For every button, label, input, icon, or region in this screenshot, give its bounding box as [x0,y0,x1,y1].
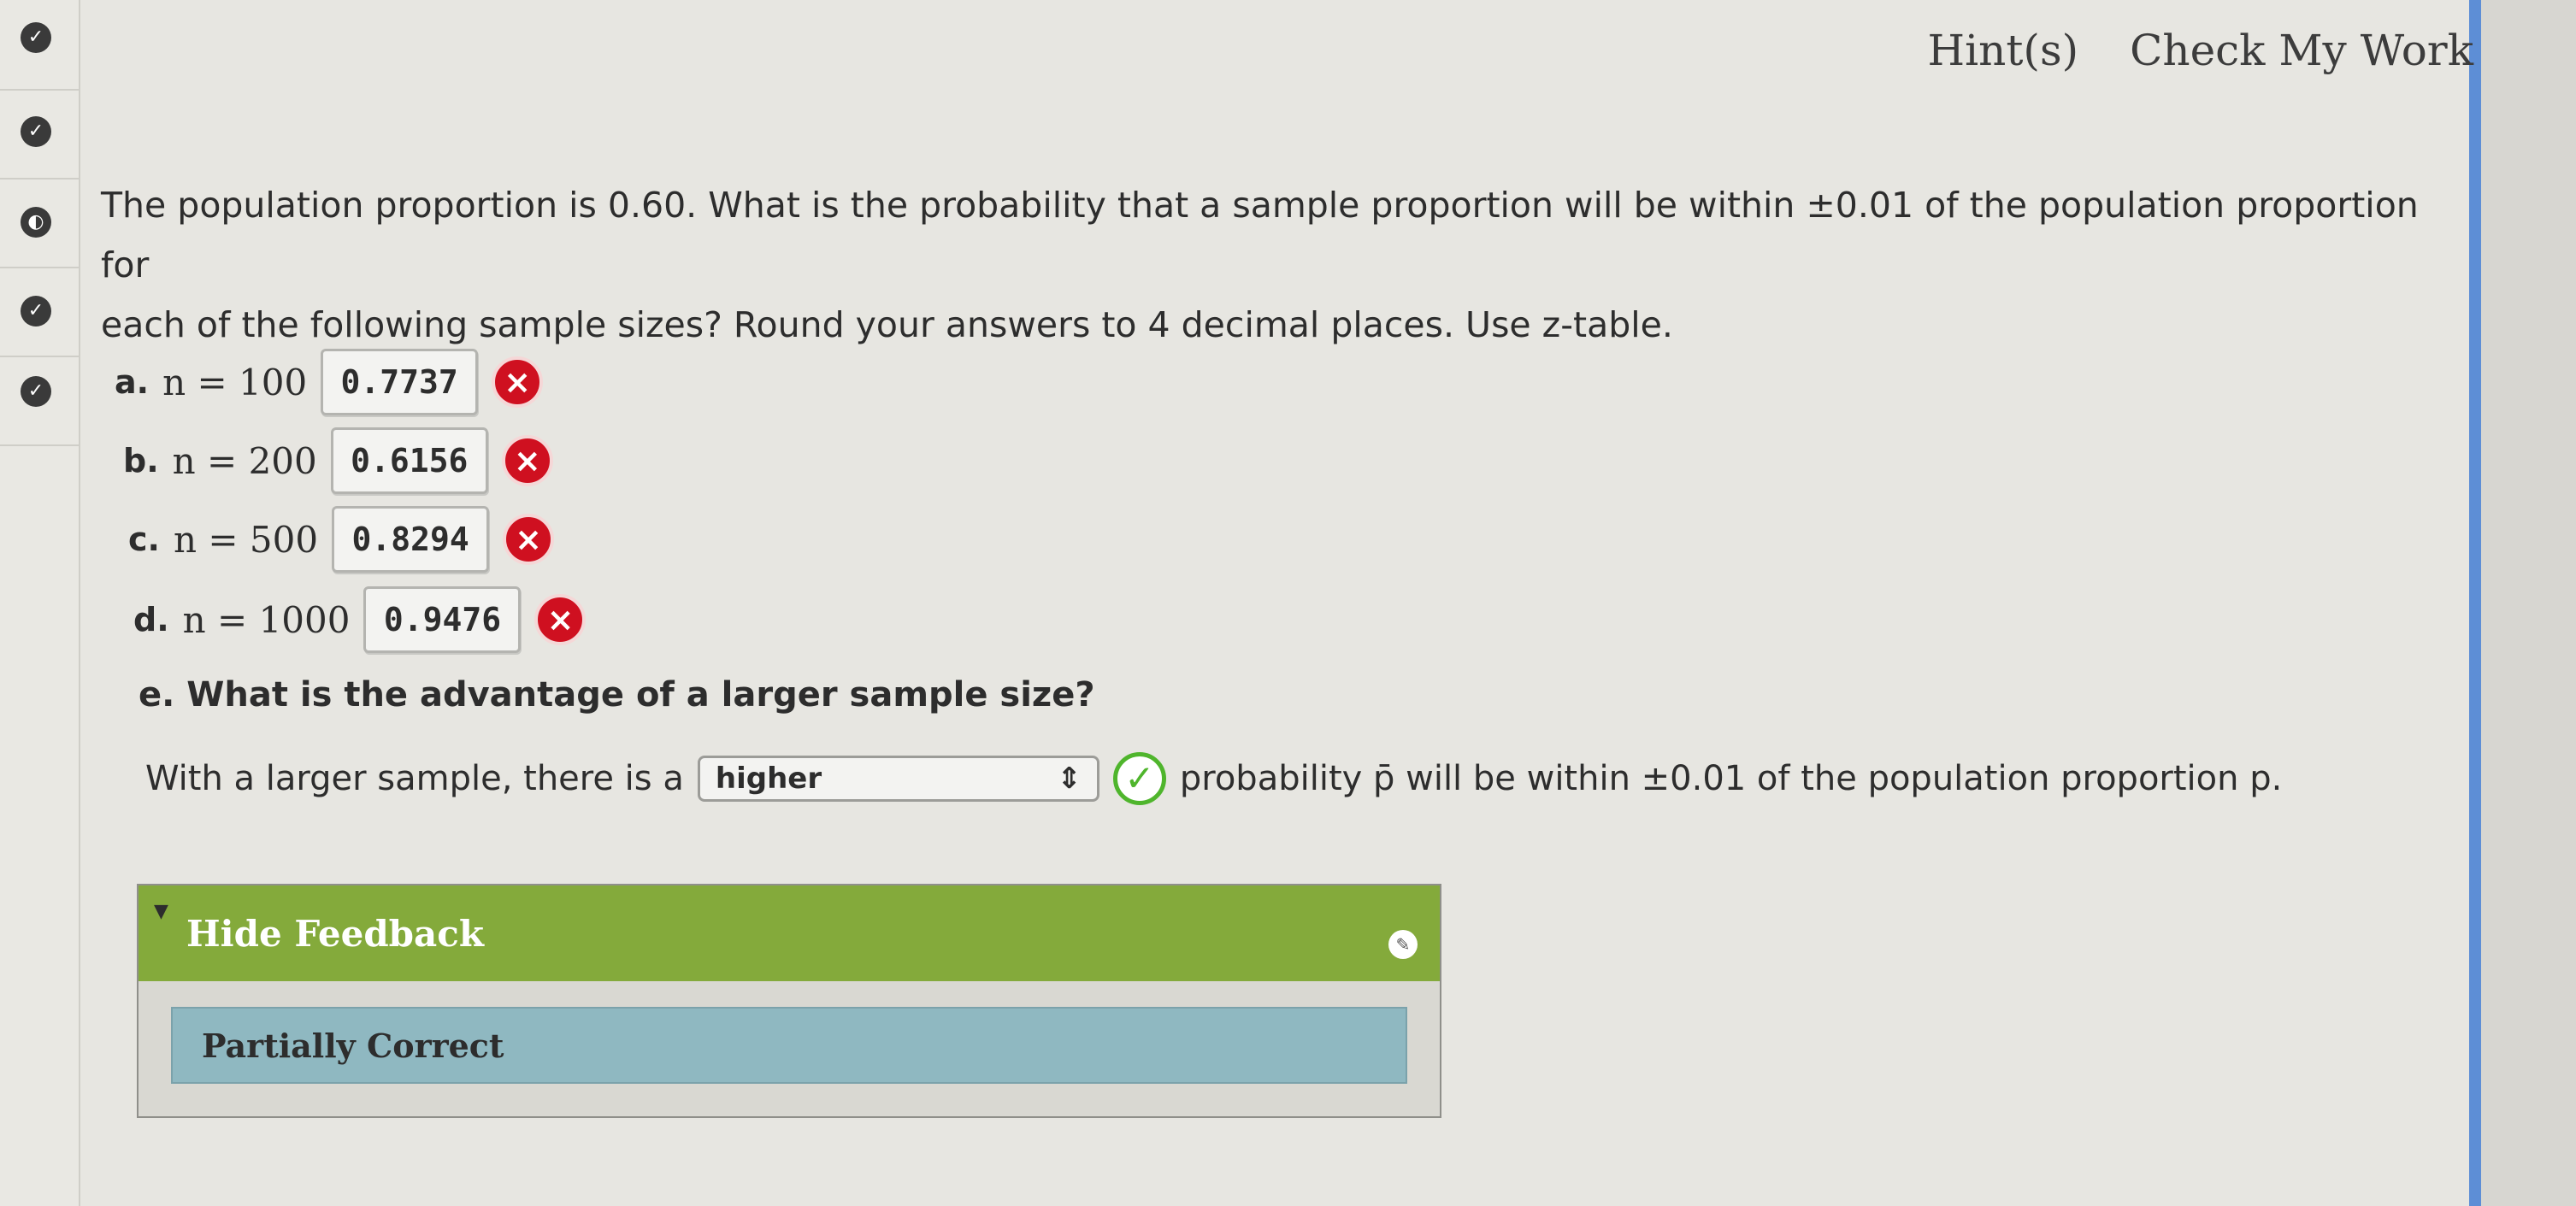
right-margin [2481,0,2576,1206]
hide-feedback-link[interactable]: Hide Feedback [186,913,484,955]
sample-size: n = 1000 [182,598,351,641]
question-line-1: The population proportion is 0.60. What … [101,185,2419,285]
sidebar-item-1[interactable]: ✓ [0,0,79,91]
row-a: a. n = 100 0.7737 × [115,349,544,415]
row-b: b. n = 200 0.6156 × [123,427,553,494]
check-icon: ✓ [21,22,51,53]
sidebar-item-4[interactable]: ✓ [0,267,79,357]
part-e-suffix: probability p̄ will be within ±0.01 of t… [1179,759,2283,798]
left-sidebar: ✓ ✓ ◐ ✓ ✓ [0,0,80,1206]
sample-size: n = 100 [162,361,308,403]
right-scroll-rail [2469,0,2481,1206]
part-e-question: e. What is the advantage of a larger sam… [139,675,1095,715]
feedback-panel: ▼ Hide Feedback ✎ Partially Correct [137,884,1441,1118]
x-icon: × [534,594,587,645]
advantage-select[interactable]: higher ⇕ [697,756,1099,802]
sidebar-item-5[interactable]: ✓ [0,356,79,446]
x-icon: × [492,356,544,408]
sidebar-item-3[interactable]: ◐ [0,178,79,268]
select-value: higher [715,762,822,796]
part-e-prefix: With a larger sample, there is a [145,759,684,798]
partial-icon: ◐ [21,207,51,238]
x-icon: × [503,514,555,565]
edit-icon[interactable]: ✎ [1388,930,1418,959]
question-line-2: each of the following sample sizes? Roun… [101,304,1673,345]
check-icon: ✓ [21,116,51,147]
sidebar-item-2[interactable]: ✓ [0,89,79,179]
feedback-header[interactable]: ▼ Hide Feedback ✎ [139,885,1440,981]
answer-field-d[interactable]: 0.9476 [363,586,522,653]
row-d: d. n = 1000 0.9476 × [133,586,587,653]
hints-link[interactable]: Hint(s) [1928,26,2079,75]
answer-field-b[interactable]: 0.6156 [330,427,488,494]
row-label: b. [123,442,159,479]
row-label: a. [115,363,150,401]
answer-field-c[interactable]: 0.8294 [332,506,490,573]
check-icon: ✓ [1112,752,1166,805]
feedback-status: Partially Correct [202,1026,504,1065]
header-links: Hint(s) Check My Work [1928,26,2473,75]
feedback-status-box: Partially Correct [171,1007,1407,1084]
sample-size: n = 200 [172,439,317,482]
chevron-updown-icon: ⇕ [1057,762,1082,796]
check-icon: ✓ [21,376,51,407]
check-icon: ✓ [21,296,51,327]
row-label: d. [133,601,169,638]
sample-size: n = 500 [173,518,319,561]
question-text: The population proportion is 0.60. What … [101,175,2461,355]
triangle-down-icon: ▼ [154,901,168,922]
part-e-answer-row: With a larger sample, there is a higher … [145,752,2282,805]
row-label: c. [128,521,160,558]
x-icon: × [501,435,553,486]
check-my-work-link[interactable]: Check My Work [2130,26,2473,75]
answer-field-a[interactable]: 0.7737 [321,349,479,415]
row-c: c. n = 500 0.8294 × [128,506,555,573]
